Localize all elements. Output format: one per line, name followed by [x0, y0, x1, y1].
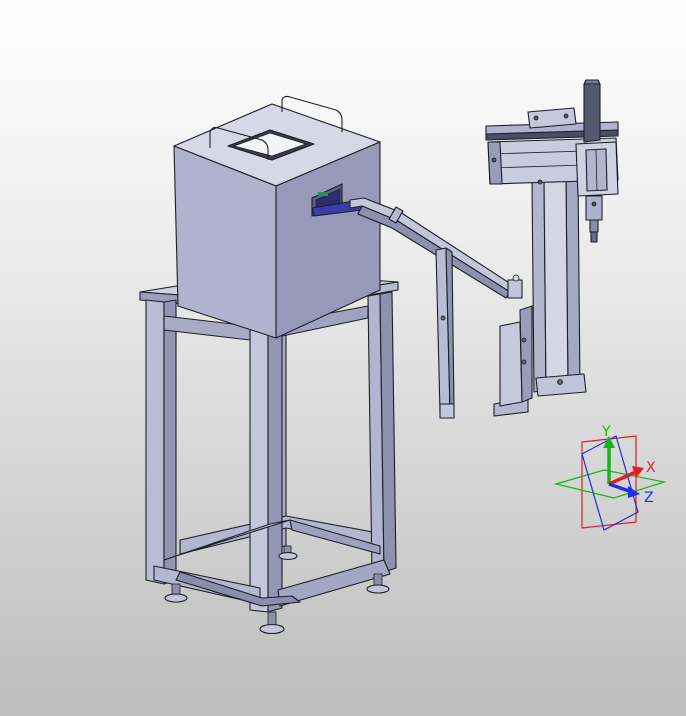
assembly-drawing: Y X Z — [139, 79, 667, 635]
cad-viewport[interactable]: Y X Z — [0, 0, 686, 716]
axis-triad: Y X Z — [553, 424, 667, 531]
leg-front-middle — [249, 309, 269, 613]
x-axis-label: X — [646, 460, 656, 476]
chute-support-post — [435, 247, 455, 419]
z-axis-label: Z — [644, 490, 654, 506]
guide-rod — [583, 83, 601, 143]
mount-bracket — [493, 305, 533, 417]
gripper-assembly — [575, 79, 619, 243]
hopper-box — [173, 95, 381, 339]
gripper-jaw — [590, 231, 598, 243]
leg-front-left — [145, 299, 165, 585]
y-axis-label: Y — [601, 424, 611, 440]
vertical-column — [531, 175, 587, 397]
